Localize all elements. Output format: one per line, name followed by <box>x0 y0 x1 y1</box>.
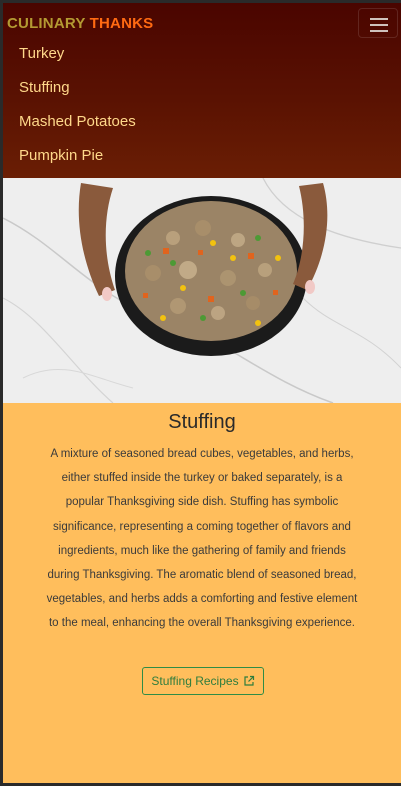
brand-word-culinary: CULINARY <box>7 15 86 32</box>
stuffing-skillet-photo <box>3 178 401 403</box>
page: CULINARY THANKS Turkey Stuffing Mashed P… <box>3 3 401 783</box>
hamburger-icon-bar <box>370 30 388 32</box>
nav-item-turkey[interactable]: Turkey <box>19 43 136 77</box>
button-label: Stuffing Recipes <box>151 674 239 688</box>
nav-item-mashed-potatoes[interactable]: Mashed Potatoes <box>19 111 136 145</box>
nav-menu: Turkey Stuffing Mashed Potatoes Pumpkin … <box>19 43 136 179</box>
navbar: CULINARY THANKS Turkey Stuffing Mashed P… <box>3 3 401 178</box>
hamburger-icon-bar <box>370 24 388 26</box>
dish-section: Stuffing A mixture of seasoned bread cub… <box>3 403 401 695</box>
external-link-icon <box>243 675 254 686</box>
brand-word-thanks: THANKS <box>89 15 154 32</box>
hamburger-icon <box>370 18 388 20</box>
dish-title: Stuffing <box>168 411 236 433</box>
dish-description: A mixture of seasoned bread cubes, veget… <box>46 448 358 630</box>
menu-toggle-button[interactable] <box>358 8 398 38</box>
stuffing-recipes-button[interactable]: Stuffing Recipes <box>142 667 264 695</box>
nav-item-pumpkin-pie[interactable]: Pumpkin Pie <box>19 145 136 179</box>
brand-logo[interactable]: CULINARY THANKS <box>7 15 153 32</box>
hero-image <box>3 178 401 403</box>
nav-item-stuffing[interactable]: Stuffing <box>19 77 136 111</box>
